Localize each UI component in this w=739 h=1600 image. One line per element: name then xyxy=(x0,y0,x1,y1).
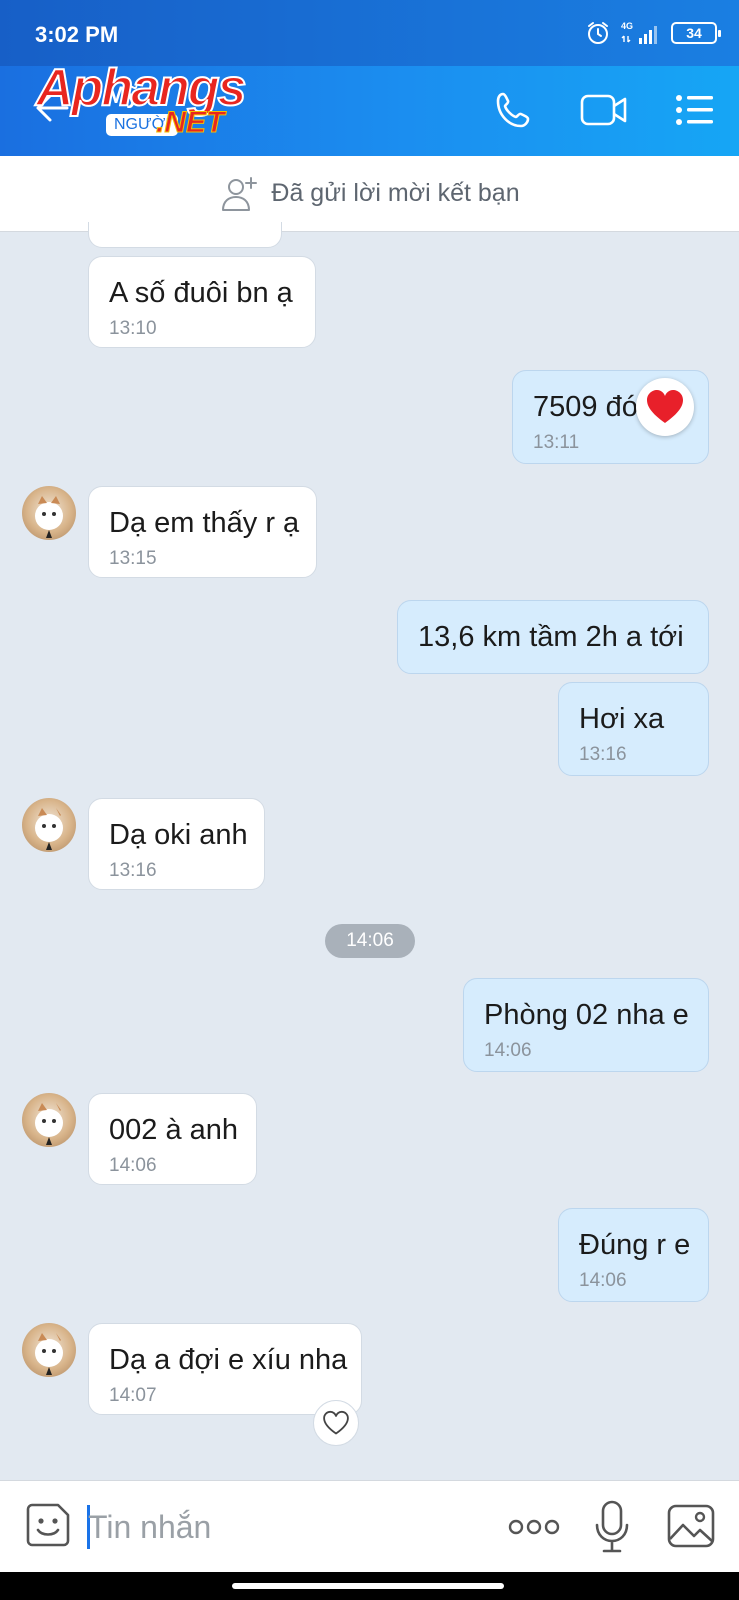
home-indicator[interactable] xyxy=(232,1583,504,1589)
avatar[interactable] xyxy=(22,1323,76,1377)
message-time: 13:15 xyxy=(109,548,157,569)
message-bubble-outgoing[interactable]: 13,6 km tầm 2h a tới xyxy=(397,600,709,674)
video-call-icon[interactable] xyxy=(580,92,628,128)
message-text: Dạ em thấy r ạ xyxy=(109,507,300,539)
image-gallery-icon[interactable] xyxy=(666,1503,716,1549)
message-text: A số đuôi bn ạ xyxy=(109,277,293,309)
network-label: 4G xyxy=(621,21,633,31)
message-time: 14:06 xyxy=(484,1040,532,1061)
add-friend-icon xyxy=(222,176,258,211)
heart-outline-icon xyxy=(323,1410,349,1435)
battery-level: 34 xyxy=(686,25,702,41)
message-bubble-incoming[interactable]: Dạ oki anh 13:16 xyxy=(88,798,265,890)
system-nav-bar xyxy=(0,1572,739,1600)
like-heart-button[interactable] xyxy=(313,1400,359,1446)
message-bubble-outgoing[interactable]: Phòng 02 nha e 14:06 xyxy=(463,978,709,1072)
battery-icon: 34 xyxy=(671,22,721,44)
message-bubble-incoming[interactable]: A số đuôi bn ạ 13:10 xyxy=(88,256,316,348)
back-arrow-icon[interactable] xyxy=(34,90,70,126)
status-time: 3:02 PM xyxy=(35,22,119,47)
message-text: Phòng 02 nha e xyxy=(484,999,689,1031)
status-indicators: 4G 34 xyxy=(585,20,721,46)
alarm-icon xyxy=(588,22,608,44)
contact-tag: NGƯỜI xyxy=(106,114,178,136)
message-time: 14:06 xyxy=(579,1270,627,1291)
status-bar: 3:02 PM 4G 34 xyxy=(0,0,739,66)
message-bubble-outgoing[interactable]: Hơi xa 13:16 xyxy=(558,682,709,776)
message-time: 13:16 xyxy=(109,860,157,881)
heart-reaction-icon[interactable] xyxy=(636,378,694,436)
avatar[interactable] xyxy=(22,486,76,540)
menu-list-icon[interactable] xyxy=(675,92,715,128)
message-text: Hơi xa xyxy=(579,703,665,735)
signal-icon: 4G xyxy=(621,21,657,44)
message-composer xyxy=(0,1480,739,1572)
message-text: Đúng r e xyxy=(579,1229,691,1261)
date-separator: 14:06 xyxy=(325,924,415,958)
message-text: Dạ a đợi e xíu nha xyxy=(109,1344,348,1376)
message-bubble-outgoing[interactable]: Đúng r e 14:06 xyxy=(558,1208,709,1302)
avatar[interactable] xyxy=(22,1093,76,1147)
message-bubble-incoming[interactable]: 002 à anh 14:06 xyxy=(88,1093,257,1185)
microphone-icon[interactable] xyxy=(592,1499,632,1555)
heart-icon xyxy=(647,390,683,423)
friend-request-status: Đã gửi lời mời kết bạn xyxy=(271,179,520,207)
sticker-emoji-icon[interactable] xyxy=(24,1501,72,1549)
avatar[interactable] xyxy=(22,798,76,852)
message-input[interactable] xyxy=(88,1501,468,1553)
message-bubble-partial xyxy=(88,222,282,248)
message-time: 13:16 xyxy=(579,744,627,765)
message-text: 002 à anh xyxy=(109,1114,239,1146)
message-time: 14:07 xyxy=(109,1385,157,1406)
contact-name[interactable]: Mỹ xyxy=(106,82,139,110)
friend-request-bar[interactable]: Đã gửi lời mời kết bạn xyxy=(0,156,739,232)
message-text: 13,6 km tầm 2h a tới xyxy=(418,621,684,653)
message-time: 14:06 xyxy=(109,1155,157,1176)
more-options-icon[interactable] xyxy=(508,1517,560,1537)
phone-call-icon[interactable] xyxy=(494,90,534,130)
message-time: 13:10 xyxy=(109,318,157,339)
message-bubble-incoming[interactable]: Dạ a đợi e xíu nha 14:07 xyxy=(88,1323,362,1415)
message-text: Dạ oki anh xyxy=(109,819,248,851)
message-bubble-incoming[interactable]: Dạ em thấy r ạ 13:15 xyxy=(88,486,317,578)
